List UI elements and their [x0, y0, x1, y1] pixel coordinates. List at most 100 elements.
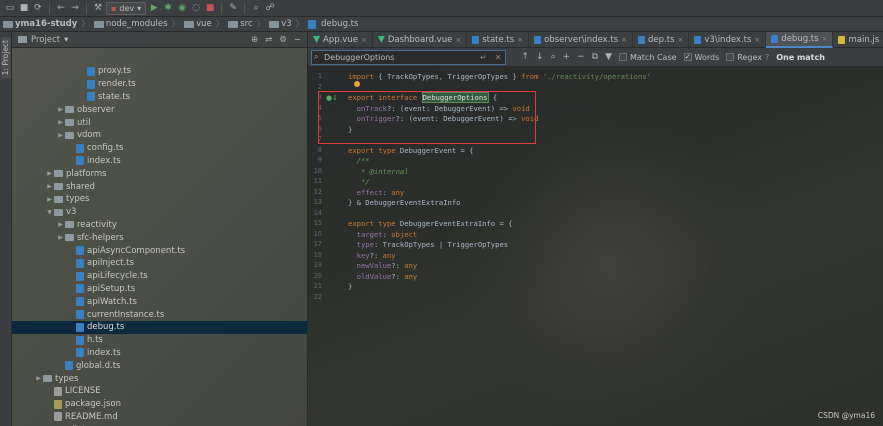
- close-icon[interactable]: ×: [517, 36, 523, 44]
- code-line[interactable]: }: [348, 282, 352, 291]
- lightbulb-icon[interactable]: [354, 81, 360, 87]
- tree-item[interactable]: apiInject.ts: [12, 257, 307, 270]
- tree-item[interactable]: apiAsyncComponent.ts: [12, 244, 307, 257]
- tree-item[interactable]: ▶ util: [12, 116, 307, 129]
- chevron-right-icon[interactable]: ▶: [45, 170, 54, 177]
- breadcrumb-item-project[interactable]: yma16-study: [3, 19, 77, 29]
- debug-icon[interactable]: ✱: [162, 2, 174, 14]
- chevron-right-icon[interactable]: ▶: [34, 375, 43, 382]
- new-line-icon[interactable]: ↵: [480, 53, 487, 62]
- tree-item[interactable]: ▼ v3: [12, 206, 307, 219]
- chevron-right-icon[interactable]: ▶: [45, 196, 54, 203]
- close-icon[interactable]: ×: [678, 36, 684, 44]
- open-folder-icon[interactable]: ▭: [4, 2, 16, 14]
- close-icon[interactable]: ×: [361, 36, 367, 44]
- tree-item[interactable]: ▶ sfc-helpers: [12, 231, 307, 244]
- tree-item[interactable]: README.md: [12, 411, 307, 424]
- tree-item[interactable]: index.ts: [12, 347, 307, 360]
- regex-checkbox[interactable]: [726, 53, 735, 61]
- tree-item[interactable]: ▶ reactivity: [12, 219, 307, 232]
- tree-item[interactable]: LICENSE: [12, 385, 307, 398]
- chevron-right-icon[interactable]: ▶: [56, 234, 65, 241]
- tree-item[interactable]: ▶ platforms: [12, 167, 307, 180]
- chevron-right-icon[interactable]: ▶: [56, 119, 65, 126]
- breadcrumb-item[interactable]: vue: [184, 19, 212, 29]
- wrench-icon[interactable]: ✎: [227, 2, 239, 14]
- collab-icon[interactable]: ☍: [264, 2, 276, 14]
- code-line[interactable]: target: object: [348, 230, 418, 239]
- select-all-occurrences-icon[interactable]: ⧉: [592, 52, 598, 62]
- tree-item[interactable]: ▶ types: [12, 193, 307, 206]
- tree-item[interactable]: ▶ vdom: [12, 129, 307, 142]
- match-case-option[interactable]: Match Case: [619, 53, 677, 62]
- tree-item[interactable]: render.ts: [12, 78, 307, 91]
- back-arrow-icon[interactable]: ←: [55, 2, 67, 14]
- editor-tab[interactable]: state.ts ×: [467, 32, 530, 48]
- close-icon[interactable]: ×: [621, 36, 627, 44]
- tree-item[interactable]: h.ts: [12, 334, 307, 347]
- editor-tab[interactable]: App.vue ×: [308, 32, 373, 48]
- coverage-icon[interactable]: ◉: [176, 2, 188, 14]
- remove-occurrence-icon[interactable]: −: [577, 52, 585, 62]
- close-icon[interactable]: ×: [455, 36, 461, 44]
- find-in-selection-icon[interactable]: ⌕: [551, 52, 556, 62]
- tree-item[interactable]: currentInstance.ts: [12, 308, 307, 321]
- find-input[interactable]: [311, 49, 506, 65]
- forward-arrow-icon[interactable]: →: [69, 2, 81, 14]
- tree-item[interactable]: global.d.ts: [12, 359, 307, 372]
- close-icon[interactable]: ×: [822, 35, 828, 43]
- run-icon[interactable]: ▶: [148, 2, 160, 14]
- run-config-select[interactable]: ▪ dev ▾: [106, 1, 147, 15]
- chevron-right-icon[interactable]: ▶: [56, 106, 65, 113]
- match-case-checkbox[interactable]: [619, 53, 627, 61]
- help-icon[interactable]: ?: [765, 53, 769, 62]
- minimize-icon[interactable]: −: [294, 35, 301, 45]
- chevron-right-icon[interactable]: ▶: [56, 221, 65, 228]
- tree-item[interactable]: apiSetup.ts: [12, 283, 307, 296]
- project-tool-button[interactable]: 1: Project: [1, 37, 11, 79]
- gear-icon[interactable]: ⚙: [279, 35, 287, 45]
- search-icon[interactable]: ⌕: [250, 2, 262, 14]
- tree-item[interactable]: proxy.ts: [12, 65, 307, 78]
- regex-option[interactable]: Regex?: [726, 53, 769, 62]
- tree-item[interactable]: debug.ts: [12, 321, 307, 334]
- editor-tab[interactable]: Dashboard.vue ×: [373, 32, 468, 48]
- tree-item[interactable]: ▶ types: [12, 372, 307, 385]
- code-line[interactable]: export type DebuggerEventExtraInfo = {: [348, 219, 512, 228]
- breadcrumb-item-file[interactable]: debug.ts: [308, 19, 358, 29]
- add-occurrence-icon[interactable]: +: [563, 52, 571, 62]
- clear-icon[interactable]: ✕: [495, 53, 502, 62]
- editor-tab[interactable]: observer\index.ts ×: [529, 32, 634, 48]
- code-line[interactable]: type: TrackOpTypes | TriggerOpTypes: [348, 240, 508, 249]
- tree-item[interactable]: ▶ shared: [12, 180, 307, 193]
- code-line[interactable]: * @internal: [348, 167, 409, 176]
- breadcrumb-item[interactable]: v3: [269, 19, 292, 29]
- editor-tab[interactable]: main.js×: [833, 32, 883, 48]
- words-option[interactable]: ✓ Words: [683, 53, 719, 62]
- tree-item[interactable]: config.ts: [12, 142, 307, 155]
- close-icon[interactable]: ×: [754, 36, 760, 44]
- tree-item[interactable]: state.ts: [12, 91, 307, 104]
- previous-match-icon[interactable]: ↑: [521, 52, 529, 62]
- chevron-right-icon[interactable]: ▶: [56, 132, 65, 139]
- collapse-all-icon[interactable]: ⇌: [265, 35, 272, 45]
- sync-icon[interactable]: ⟳: [32, 2, 44, 14]
- project-title[interactable]: Project: [31, 35, 60, 45]
- tree-item[interactable]: apiWatch.ts: [12, 295, 307, 308]
- stop-icon[interactable]: ■: [204, 2, 216, 14]
- save-icon[interactable]: ■: [18, 2, 30, 14]
- chevron-right-icon[interactable]: ▶: [45, 183, 54, 190]
- hammer-icon[interactable]: ⚒: [92, 2, 104, 14]
- breadcrumb-item[interactable]: src: [228, 19, 253, 29]
- breadcrumb-item[interactable]: node_modules: [93, 19, 168, 29]
- code-line[interactable]: import { TrackOpTypes, TriggerOpTypes } …: [348, 72, 651, 81]
- next-match-icon[interactable]: ↓: [536, 52, 544, 62]
- editor-tab[interactable]: debug.ts ×: [766, 32, 834, 48]
- editor-tab[interactable]: dep.ts ×: [633, 32, 690, 48]
- code-line[interactable]: } & DebuggerEventExtraInfo: [348, 198, 461, 207]
- profiler-icon[interactable]: ◌: [190, 2, 202, 14]
- tree-item[interactable]: ▶ observer: [12, 103, 307, 116]
- tree-item[interactable]: index.ts: [12, 155, 307, 168]
- words-checkbox[interactable]: ✓: [683, 53, 692, 61]
- code-line[interactable]: key?: any: [348, 251, 396, 260]
